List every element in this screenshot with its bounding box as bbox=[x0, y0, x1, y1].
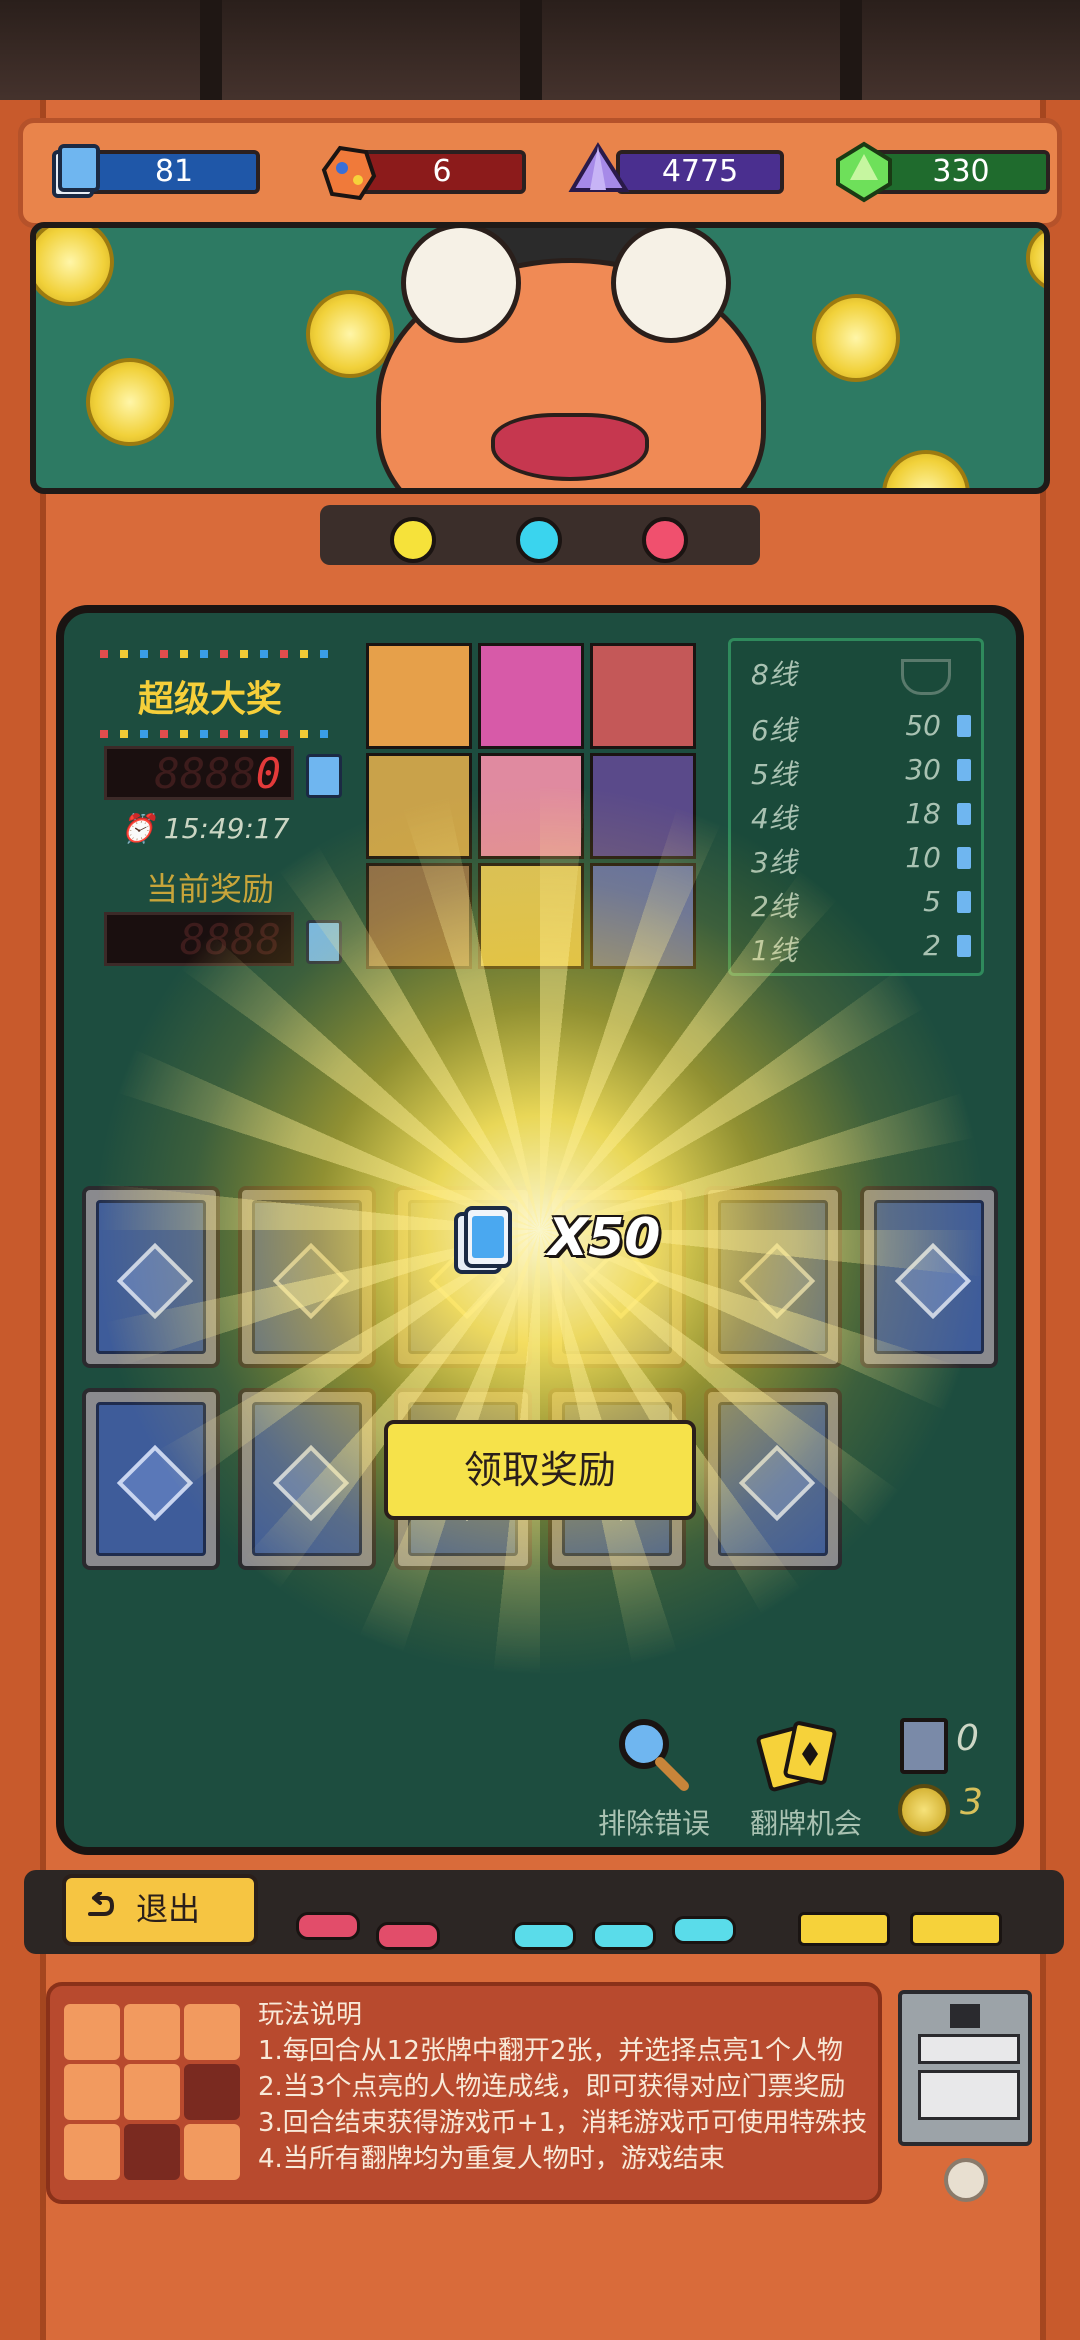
keyhole-icon bbox=[944, 2158, 988, 2202]
coin-icon bbox=[882, 450, 970, 488]
frog-eye-icon bbox=[401, 228, 521, 343]
red-button[interactable] bbox=[376, 1922, 440, 1950]
chip-icon bbox=[900, 1718, 948, 1774]
game-screen: 81 6 4775 330 超级大奖 88880 ⏰ 15:49:17 当前奖励… bbox=[0, 0, 1080, 2340]
instruction-line: 3.回合结束获得游戏币+1，消耗游戏币可使用特殊技 bbox=[258, 2108, 868, 2138]
marquee-lights bbox=[100, 650, 340, 658]
ore-value: 6 bbox=[432, 154, 452, 189]
back-arrow-icon bbox=[88, 1892, 114, 1916]
portrait-pink-hair bbox=[478, 643, 584, 749]
ore-icon bbox=[321, 145, 377, 201]
eliminate-error-label[interactable]: 排除错误 bbox=[598, 1802, 710, 1842]
instruction-line: 1.每回合从12张牌中翻开2张，并选择点亮1个人物 bbox=[258, 2036, 843, 2066]
line-label: 4线 bbox=[751, 802, 797, 835]
exit-button[interactable]: 退出 bbox=[62, 1874, 258, 1946]
line-label: 6线 bbox=[751, 714, 797, 747]
gem-icon bbox=[836, 141, 892, 203]
ore-counter: 6 bbox=[321, 145, 526, 201]
coins-count: 3 bbox=[960, 1782, 983, 1823]
chips-count: 0 bbox=[956, 1718, 979, 1759]
yellow-button[interactable] bbox=[910, 1912, 1002, 1946]
coin-icon bbox=[812, 294, 900, 382]
ticket-icon bbox=[957, 891, 971, 913]
line-pattern-diagram bbox=[64, 2004, 244, 2184]
countdown-timer: ⏰ 15:49:17 bbox=[120, 812, 290, 845]
magnifier-icon[interactable] bbox=[612, 1714, 692, 1794]
yellow-button[interactable] bbox=[798, 1912, 890, 1946]
tickets-value: 81 bbox=[154, 154, 194, 189]
line-row: 6线 50 bbox=[751, 709, 971, 747]
line-row: 5线 30 bbox=[751, 753, 971, 791]
alarm-clock-icon: ⏰ bbox=[120, 812, 155, 845]
ticket-icon bbox=[957, 715, 971, 737]
cyan-light-icon bbox=[516, 517, 562, 563]
ticket-icon bbox=[52, 144, 100, 198]
trophy-icon bbox=[901, 659, 951, 695]
jackpot-value: 0 bbox=[255, 749, 281, 798]
flip-cards-icon[interactable] bbox=[756, 1716, 846, 1796]
ticket-dispenser bbox=[898, 1990, 1032, 2146]
frog-mouth bbox=[491, 413, 649, 481]
marquee-lights bbox=[100, 730, 340, 738]
line-value: 30 bbox=[905, 753, 941, 786]
timer-value: 15:49:17 bbox=[163, 812, 290, 845]
line-value: 2 bbox=[923, 929, 941, 962]
indicator-lights bbox=[320, 505, 760, 565]
line-label: 8线 bbox=[751, 658, 797, 691]
crystal-icon bbox=[568, 142, 630, 192]
flip-chance-label[interactable]: 翻牌机会 bbox=[750, 1802, 862, 1842]
line-value: 10 bbox=[905, 841, 941, 874]
line-label: 5线 bbox=[751, 758, 797, 791]
coin-icon bbox=[1026, 228, 1044, 292]
reward-rays bbox=[90, 780, 990, 1680]
line-value: 18 bbox=[905, 797, 941, 830]
portrait-red-hair bbox=[590, 643, 696, 749]
crystal-value: 4775 bbox=[661, 154, 739, 189]
coin-icon bbox=[86, 358, 174, 446]
ticket-icon bbox=[957, 803, 971, 825]
ticket-icon bbox=[306, 754, 342, 798]
reward-amount: X50 bbox=[548, 1208, 661, 1268]
line-row: 8线 bbox=[751, 653, 971, 695]
frog-character bbox=[376, 228, 766, 488]
cyan-button[interactable] bbox=[672, 1916, 736, 1944]
instruction-line: 2.当3个点亮的人物连成线，即可获得对应门票奖励 bbox=[258, 2072, 846, 2102]
jackpot-title: 超级大奖 bbox=[137, 679, 282, 720]
line-value: 50 bbox=[905, 709, 941, 742]
jackpot-display: 88880 bbox=[104, 746, 294, 800]
frog-eye-icon bbox=[611, 228, 731, 343]
coin-icon bbox=[306, 290, 394, 378]
line-value: 5 bbox=[923, 885, 941, 918]
instructions-title: 玩法说明 bbox=[258, 2000, 363, 2030]
red-button[interactable] bbox=[296, 1912, 360, 1940]
ticket-icon bbox=[957, 759, 971, 781]
portrait-pirate bbox=[366, 643, 472, 749]
tickets-counter: 81 bbox=[52, 144, 260, 198]
coin-icon bbox=[36, 228, 114, 306]
ticket-icon bbox=[454, 1206, 512, 1274]
yellow-light-icon bbox=[390, 517, 436, 563]
exit-label: 退出 bbox=[136, 1890, 201, 1928]
jackpot-ghost-digits: 8888 bbox=[154, 749, 256, 798]
gem-counter: 330 bbox=[836, 141, 1050, 203]
instruction-line: 4.当所有翻牌均为重复人物时，游戏结束 bbox=[258, 2144, 725, 2174]
red-light-icon bbox=[642, 517, 688, 563]
claim-reward-button[interactable]: 领取奖励 bbox=[384, 1420, 696, 1520]
story-screen bbox=[30, 222, 1050, 494]
cyan-button[interactable] bbox=[592, 1922, 656, 1950]
coin-icon bbox=[898, 1784, 950, 1836]
line-row: 4线 18 bbox=[751, 797, 971, 835]
gem-value: 330 bbox=[932, 154, 990, 189]
crystal-counter: 4775 bbox=[568, 142, 784, 194]
ticket-icon bbox=[957, 935, 971, 957]
ticket-icon bbox=[957, 847, 971, 869]
cyan-button[interactable] bbox=[512, 1922, 576, 1950]
